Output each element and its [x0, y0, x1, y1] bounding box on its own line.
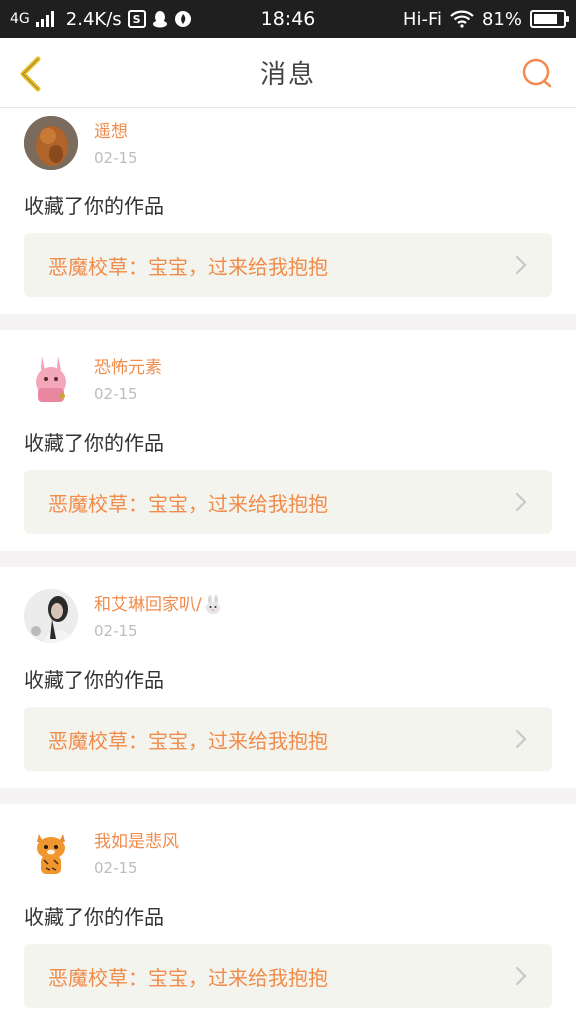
work-title: 恶魔校草：宝宝，过来给我抱抱 — [48, 491, 328, 516]
message-date: 02-15 — [94, 859, 138, 877]
fire-app-icon — [174, 11, 191, 27]
work-title: 恶魔校草：宝宝，过来给我抱抱 — [48, 254, 328, 279]
username[interactable]: 我如是悲风 — [94, 832, 179, 852]
battery-icon — [530, 10, 569, 28]
s-app-icon: S — [127, 10, 146, 28]
message-date: 02-15 — [94, 149, 138, 167]
work-link[interactable]: 恶魔校草：宝宝，过来给我抱抱 — [24, 233, 552, 297]
network-type: 4G — [10, 11, 30, 27]
username[interactable]: 和艾琳回家叭/ — [94, 595, 222, 615]
username-text: 和艾琳回家叭/ — [94, 595, 202, 615]
avatar[interactable] — [24, 352, 78, 406]
user-row[interactable]: 遥想 02-15 — [24, 116, 138, 170]
page-title: 消息 — [259, 60, 316, 90]
action-text: 收藏了你的作品 — [24, 668, 164, 692]
back-arrow-icon — [20, 56, 41, 92]
user-row[interactable]: 我如是悲风 02-15 — [24, 826, 179, 880]
message-item: 和艾琳回家叭/ 02-15 收藏了你的作品 恶魔校草：宝宝，过来给我抱抱 — [0, 567, 576, 788]
clock: 18:46 — [260, 8, 316, 30]
work-title: 恶魔校草：宝宝，过来给我抱抱 — [48, 965, 328, 990]
chevron-right-icon — [515, 492, 527, 512]
signal-icon — [35, 11, 54, 27]
action-text: 收藏了你的作品 — [24, 194, 164, 218]
search-icon — [522, 58, 552, 88]
work-title: 恶魔校草：宝宝，过来给我抱抱 — [48, 728, 328, 753]
status-bar: 4G 2.4K/s S 18:46 Hi-Fi 81% — [0, 0, 576, 38]
network-speed: 2.4K/s — [65, 8, 122, 30]
username[interactable]: 遥想 — [94, 122, 138, 142]
work-link[interactable]: 恶魔校草：宝宝，过来给我抱抱 — [24, 707, 552, 771]
chevron-right-icon — [515, 729, 527, 749]
section-divider — [0, 551, 576, 567]
section-divider — [0, 788, 576, 804]
message-date: 02-15 — [94, 622, 138, 640]
battery-percent: 81% — [481, 8, 522, 30]
message-date: 02-15 — [94, 385, 138, 403]
avatar[interactable] — [24, 826, 78, 880]
back-button[interactable] — [14, 54, 50, 94]
message-item: 我如是悲风 02-15 收藏了你的作品 恶魔校草：宝宝，过来给我抱抱 — [0, 804, 576, 1024]
hifi-label: Hi-Fi — [402, 8, 442, 30]
rabbit-emoji-icon — [205, 595, 220, 614]
work-link[interactable]: 恶魔校草：宝宝，过来给我抱抱 — [24, 944, 552, 1008]
user-row[interactable]: 和艾琳回家叭/ 02-15 — [24, 589, 222, 643]
section-divider — [0, 314, 576, 330]
action-text: 收藏了你的作品 — [24, 905, 164, 929]
user-row[interactable]: 恐怖元素 02-15 — [24, 352, 162, 406]
avatar[interactable] — [24, 116, 78, 170]
avatar[interactable] — [24, 589, 78, 643]
search-button[interactable] — [520, 56, 556, 92]
chevron-right-icon — [515, 255, 527, 275]
message-item: 遥想 02-15 收藏了你的作品 恶魔校草：宝宝，过来给我抱抱 — [0, 108, 576, 314]
header-bar: 消息 — [0, 38, 576, 108]
chevron-right-icon — [515, 966, 527, 986]
qq-icon — [152, 11, 167, 28]
wifi-icon — [450, 10, 474, 28]
username[interactable]: 恐怖元素 — [94, 358, 162, 378]
message-list: 遥想 02-15 收藏了你的作品 恶魔校草：宝宝，过来给我抱抱 恐怖元素 02-… — [0, 108, 576, 1024]
message-item: 恐怖元素 02-15 收藏了你的作品 恶魔校草：宝宝，过来给我抱抱 — [0, 330, 576, 551]
work-link[interactable]: 恶魔校草：宝宝，过来给我抱抱 — [24, 470, 552, 534]
action-text: 收藏了你的作品 — [24, 431, 164, 455]
